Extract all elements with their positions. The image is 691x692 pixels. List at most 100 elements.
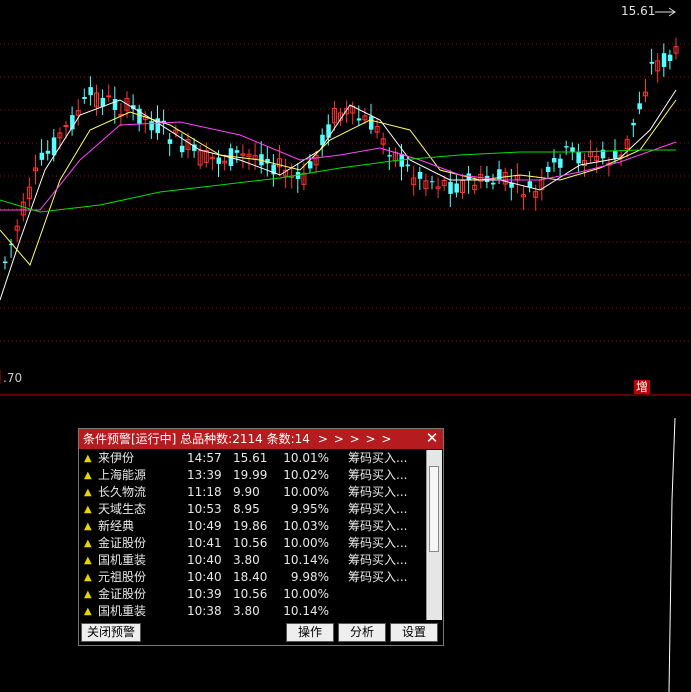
candle-body [149,121,154,131]
candle-body [308,161,313,169]
list-item[interactable]: ▲ 上海能源 13:39 19.99 10.02% 筹码买入... [80,467,426,484]
stock-name: 新经典 [98,519,135,533]
candle-body [387,155,392,157]
alert-time: 10:41 [187,536,222,550]
alert-signal: 筹码买入... [348,485,408,499]
alert-signal: 筹码买入... [348,570,408,584]
candle-body [3,261,8,264]
candle-body [167,139,173,144]
candle-body [216,157,221,164]
candle-body [112,99,118,110]
stock-name: 来伊份 [98,451,135,465]
candle-body [179,145,185,153]
stock-name: 国机重装 [98,604,147,618]
alert-time: 14:57 [187,451,222,465]
alert-price: 19.99 [233,468,268,482]
settings-button[interactable]: 设置 [390,623,438,642]
candle-body [667,54,673,61]
alert-title-text: 条件预警[运行中] 总品种数:2114 条数:14 [83,432,310,446]
stock-name: 金证股份 [98,536,147,550]
stock-name: 元祖股份 [98,570,147,584]
scrollbar-thumb[interactable] [429,466,439,552]
candle-body [63,125,69,128]
alert-up-icon: ▲ [84,453,92,464]
stock-name: 天域生态 [98,502,147,516]
alert-up-icon: ▲ [84,538,92,549]
alert-up-icon: ▲ [84,555,92,566]
alert-up-icon: ▲ [84,572,92,583]
ma10-line [0,99,677,266]
candle-body [613,150,618,159]
candle-body [497,169,502,181]
stock-name: 上海能源 [98,468,147,482]
candle-body [82,97,87,99]
alert-up-icon: ▲ [84,504,92,515]
alert-up-icon: ▲ [84,487,92,498]
alert-price: 10.56 [233,536,268,550]
alert-percent: 10.01% [283,451,329,465]
alert-price: 19.86 [233,519,268,533]
candle-body [576,152,581,164]
candle-body [88,87,93,96]
candle-body [356,118,362,121]
candle-body [234,150,240,153]
stock-name: 长久物流 [98,485,147,499]
candle-body [649,61,655,64]
ma5-line [0,89,677,301]
alert-up-icon: ▲ [84,521,92,532]
alert-up-icon: ▲ [84,470,92,481]
alert-percent: 10.14% [283,553,329,567]
alert-price: 3.80 [233,604,260,618]
candle-body [448,181,453,194]
alert-signal: 筹码买入... [348,468,408,482]
alert-price: 3.80 [233,553,260,567]
stock-name: 国机重装 [98,553,147,567]
alert-signal: 筹码买入... [348,519,408,533]
alert-percent: 10.00% [283,485,329,499]
alert-signal: 筹码买入... [348,451,408,465]
stock-name: 金证股份 [98,587,147,601]
ma60-line [0,149,676,213]
condition-alert-window: 条件预警[运行中] 总品种数:2114 条数:14 > > > > > ✕ ▲ 来伊… [78,428,444,646]
list-item[interactable]: ▲ 天域生态 10:53 8.95 9.95% 筹码买入... [80,501,426,518]
alert-percent: 10.14% [283,604,329,618]
candle-body [405,164,411,167]
list-scrollbar[interactable] [426,450,442,620]
list-item[interactable]: ▲ 国机重装 10:38 3.80 10.14% [80,603,426,620]
candle-body [637,103,642,110]
list-item[interactable]: ▲ 新经典 10:49 19.86 10.03% 筹码买入... [80,518,426,535]
candle-body [45,150,51,154]
list-item[interactable]: ▲ 长久物流 11:18 9.90 10.00% 筹码买入... [80,484,426,501]
volume-badge[interactable]: 增 [634,380,651,394]
alert-list[interactable]: ▲ 来伊份 14:57 15.61 10.01% 筹码买入... ▲ 上海能源 13:39 19… [80,450,426,620]
alert-title-bar[interactable]: 条件预警[运行中] 总品种数:2114 条数:14 > > > > > ✕ [79,429,443,449]
alert-time: 10:40 [187,570,222,584]
candle-body [661,53,667,67]
candle-body [106,95,112,98]
list-item[interactable]: ▲ 国机重装 10:40 3.80 10.14% 筹码买入... [80,552,426,569]
alert-time: 11:18 [187,485,222,499]
alert-price: 10.56 [233,587,268,601]
candle-body [454,183,459,193]
alert-time: 10:53 [187,502,222,516]
operate-button[interactable]: 操作 [286,623,334,642]
candle-body [552,158,557,163]
alert-button-bar: 关闭预警 操作 分析 设置 [79,621,443,645]
close-icon[interactable]: ✕ [425,429,439,449]
alert-time: 10:40 [187,553,222,567]
last-price-label: 15.61 [621,4,656,18]
low-price-label: .70 [3,371,23,385]
candle-body [570,147,575,153]
list-item[interactable]: ▲ 金证股份 10:39 10.56 10.00% [80,586,426,603]
alert-percent: 10.03% [283,519,329,533]
list-item[interactable]: ▲ 元祖股份 10:40 18.40 9.98% 筹码买入... [80,569,426,586]
list-item[interactable]: ▲ 来伊份 14:57 15.61 10.01% 筹码买入... [80,450,426,467]
candle-body [417,172,423,179]
analyze-button[interactable]: 分析 [338,623,386,642]
candle-body [631,122,636,126]
close-alert-button[interactable]: 关闭预警 [81,623,141,642]
alert-percent: 10.02% [283,468,329,482]
candle-body [558,158,563,168]
alert-price: 18.40 [233,570,268,584]
list-item[interactable]: ▲ 金证股份 10:41 10.56 10.00% 筹码买入... [80,535,426,552]
